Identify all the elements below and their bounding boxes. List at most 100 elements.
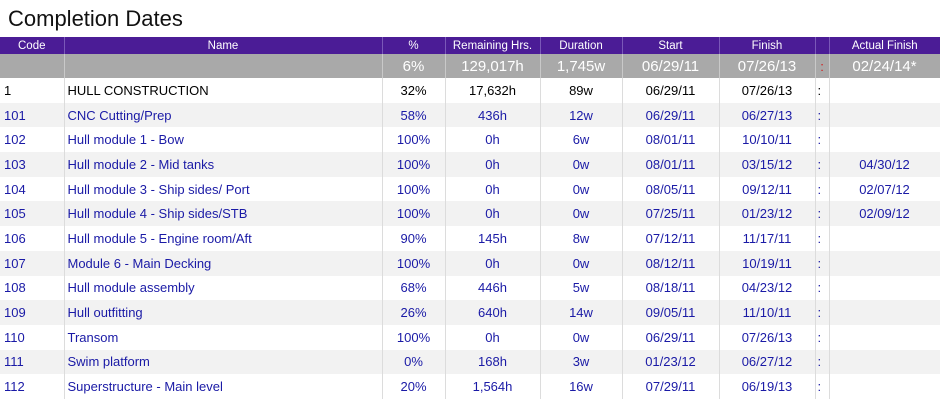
percent-cell: 90%	[382, 226, 446, 251]
name-cell: Hull module 5 - Engine room/Aft	[64, 226, 383, 251]
column-header-code[interactable]: Code	[0, 37, 65, 54]
column-header-remaining-hrs[interactable]: Remaining Hrs.	[445, 37, 541, 54]
table-row[interactable]: 103 Hull module 2 - Mid tanks 100% 0h 0w 08/0…	[0, 152, 940, 177]
summary-percent: 6%	[382, 54, 446, 78]
actual-finish-cell: 04/30/12	[829, 152, 940, 177]
name-cell: Transom	[64, 324, 383, 350]
column-header-percent[interactable]: %	[382, 37, 446, 54]
name-cell: Module 6 - Main Decking	[64, 250, 383, 276]
separator-cell: :	[815, 300, 830, 325]
summary-remaining-hrs: 129,017h	[445, 54, 541, 78]
remaining-hrs-cell: 446h	[445, 275, 541, 301]
column-header-duration[interactable]: Duration	[540, 37, 623, 54]
duration-cell: 8w	[540, 226, 623, 251]
finish-date-cell: 04/23/12	[719, 275, 816, 301]
finish-date-cell: 07/26/13	[719, 324, 816, 350]
name-cell: Superstructure - Main level	[64, 374, 383, 399]
start-date-cell: 07/25/11	[622, 201, 720, 227]
separator-cell: :	[815, 127, 830, 153]
table-row[interactable]: 1 HULL CONSTRUCTION 32% 17,632h 89w 06/29/11 0…	[0, 78, 940, 103]
start-date-cell: 06/29/11	[622, 324, 720, 350]
name-cell: Hull module assembly	[64, 275, 383, 301]
column-header-name[interactable]: Name	[64, 37, 383, 54]
percent-cell: 100%	[382, 127, 446, 153]
percent-cell: 68%	[382, 275, 446, 301]
table-row[interactable]: 109 Hull outfitting 26% 640h 14w 09/05/11 11/1…	[0, 300, 940, 325]
duration-cell: 3w	[540, 349, 623, 375]
start-date-cell: 06/29/11	[622, 102, 720, 128]
column-header-start[interactable]: Start	[622, 37, 720, 54]
code-cell: 103	[0, 152, 65, 177]
code-cell: 112	[0, 374, 65, 399]
summary-start: 06/29/11	[622, 54, 720, 78]
remaining-hrs-cell: 145h	[445, 226, 541, 251]
table-row[interactable]: 108 Hull module assembly 68% 446h 5w 08/18/11…	[0, 275, 940, 301]
duration-cell: 14w	[540, 300, 623, 325]
finish-date-cell: 06/19/13	[719, 374, 816, 399]
separator-cell: :	[815, 275, 830, 301]
code-cell: 107	[0, 250, 65, 276]
separator-cell: :	[815, 250, 830, 276]
separator-cell: :	[815, 324, 830, 350]
table-row[interactable]: 110 Transom 100% 0h 0w 06/29/11 07/26/13:	[0, 324, 940, 350]
remaining-hrs-cell: 0h	[445, 127, 541, 153]
code-cell: 102	[0, 127, 65, 153]
code-cell: 101	[0, 102, 65, 128]
name-cell: Hull module 2 - Mid tanks	[64, 152, 383, 177]
summary-finish: 07/26/13	[719, 54, 816, 78]
table-body: 1 HULL CONSTRUCTION 32% 17,632h 89w 06/29/11 0…	[0, 78, 940, 399]
table-row[interactable]: 112 Superstructure - Main level 20% 1,564h 1…	[0, 374, 940, 399]
percent-cell: 58%	[382, 102, 446, 128]
actual-finish-cell	[829, 226, 940, 251]
remaining-hrs-cell: 1,564h	[445, 374, 541, 399]
remaining-hrs-cell: 0h	[445, 324, 541, 350]
actual-finish-cell	[829, 127, 940, 153]
code-cell: 106	[0, 226, 65, 251]
percent-cell: 100%	[382, 324, 446, 350]
duration-cell: 16w	[540, 374, 623, 399]
actual-finish-cell: 02/09/12	[829, 201, 940, 227]
finish-date-cell: 11/17/11	[719, 226, 816, 251]
remaining-hrs-cell: 640h	[445, 300, 541, 325]
duration-cell: 0w	[540, 250, 623, 276]
code-cell: 104	[0, 176, 65, 202]
percent-cell: 100%	[382, 176, 446, 202]
table-row[interactable]: 102 Hull module 1 - Bow 100% 0h 6w 08/01/11 10…	[0, 127, 940, 153]
column-header-finish[interactable]: Finish	[719, 37, 816, 54]
remaining-hrs-cell: 0h	[445, 250, 541, 276]
actual-finish-cell	[829, 275, 940, 301]
actual-finish-cell	[829, 374, 940, 399]
table-row[interactable]: 101 CNC Cutting/Prep 58% 436h 12w 06/29/11 06/…	[0, 102, 940, 128]
separator-cell: :	[815, 176, 830, 202]
name-cell: CNC Cutting/Prep	[64, 102, 383, 128]
summary-code	[0, 54, 65, 78]
column-header-actual-finish[interactable]: Actual Finish	[829, 37, 940, 54]
duration-cell: 5w	[540, 275, 623, 301]
table-row[interactable]: 111 Swim platform 0% 168h 3w 01/23/12 06/27/12…	[0, 349, 940, 375]
summary-name	[64, 54, 383, 78]
start-date-cell: 09/05/11	[622, 300, 720, 325]
table-row[interactable]: 107 Module 6 - Main Decking 100% 0h 0w 08/12/…	[0, 250, 940, 276]
summary-separator: :	[815, 54, 830, 78]
start-date-cell: 08/18/11	[622, 275, 720, 301]
summary-duration: 1,745w	[540, 54, 623, 78]
duration-cell: 0w	[540, 324, 623, 350]
percent-cell: 26%	[382, 300, 446, 325]
code-cell: 108	[0, 275, 65, 301]
start-date-cell: 08/05/11	[622, 176, 720, 202]
table-row[interactable]: 106 Hull module 5 - Engine room/Aft 90% 145…	[0, 226, 940, 251]
separator-cell: :	[815, 201, 830, 227]
name-cell: Hull module 3 - Ship sides/ Port	[64, 176, 383, 202]
actual-finish-cell: 02/07/12	[829, 176, 940, 202]
finish-date-cell: 10/10/11	[719, 127, 816, 153]
finish-date-cell: 10/19/11	[719, 250, 816, 276]
code-cell: 111	[0, 349, 65, 375]
table-row[interactable]: 105 Hull module 4 - Ship sides/STB 100% 0h 0…	[0, 201, 940, 227]
start-date-cell: 06/29/11	[622, 78, 720, 103]
name-cell: Hull module 4 - Ship sides/STB	[64, 201, 383, 227]
duration-cell: 6w	[540, 127, 623, 153]
percent-cell: 20%	[382, 374, 446, 399]
name-cell: Hull outfitting	[64, 300, 383, 325]
table-row[interactable]: 104 Hull module 3 - Ship sides/ Port 100% 0…	[0, 176, 940, 202]
start-date-cell: 07/12/11	[622, 226, 720, 251]
